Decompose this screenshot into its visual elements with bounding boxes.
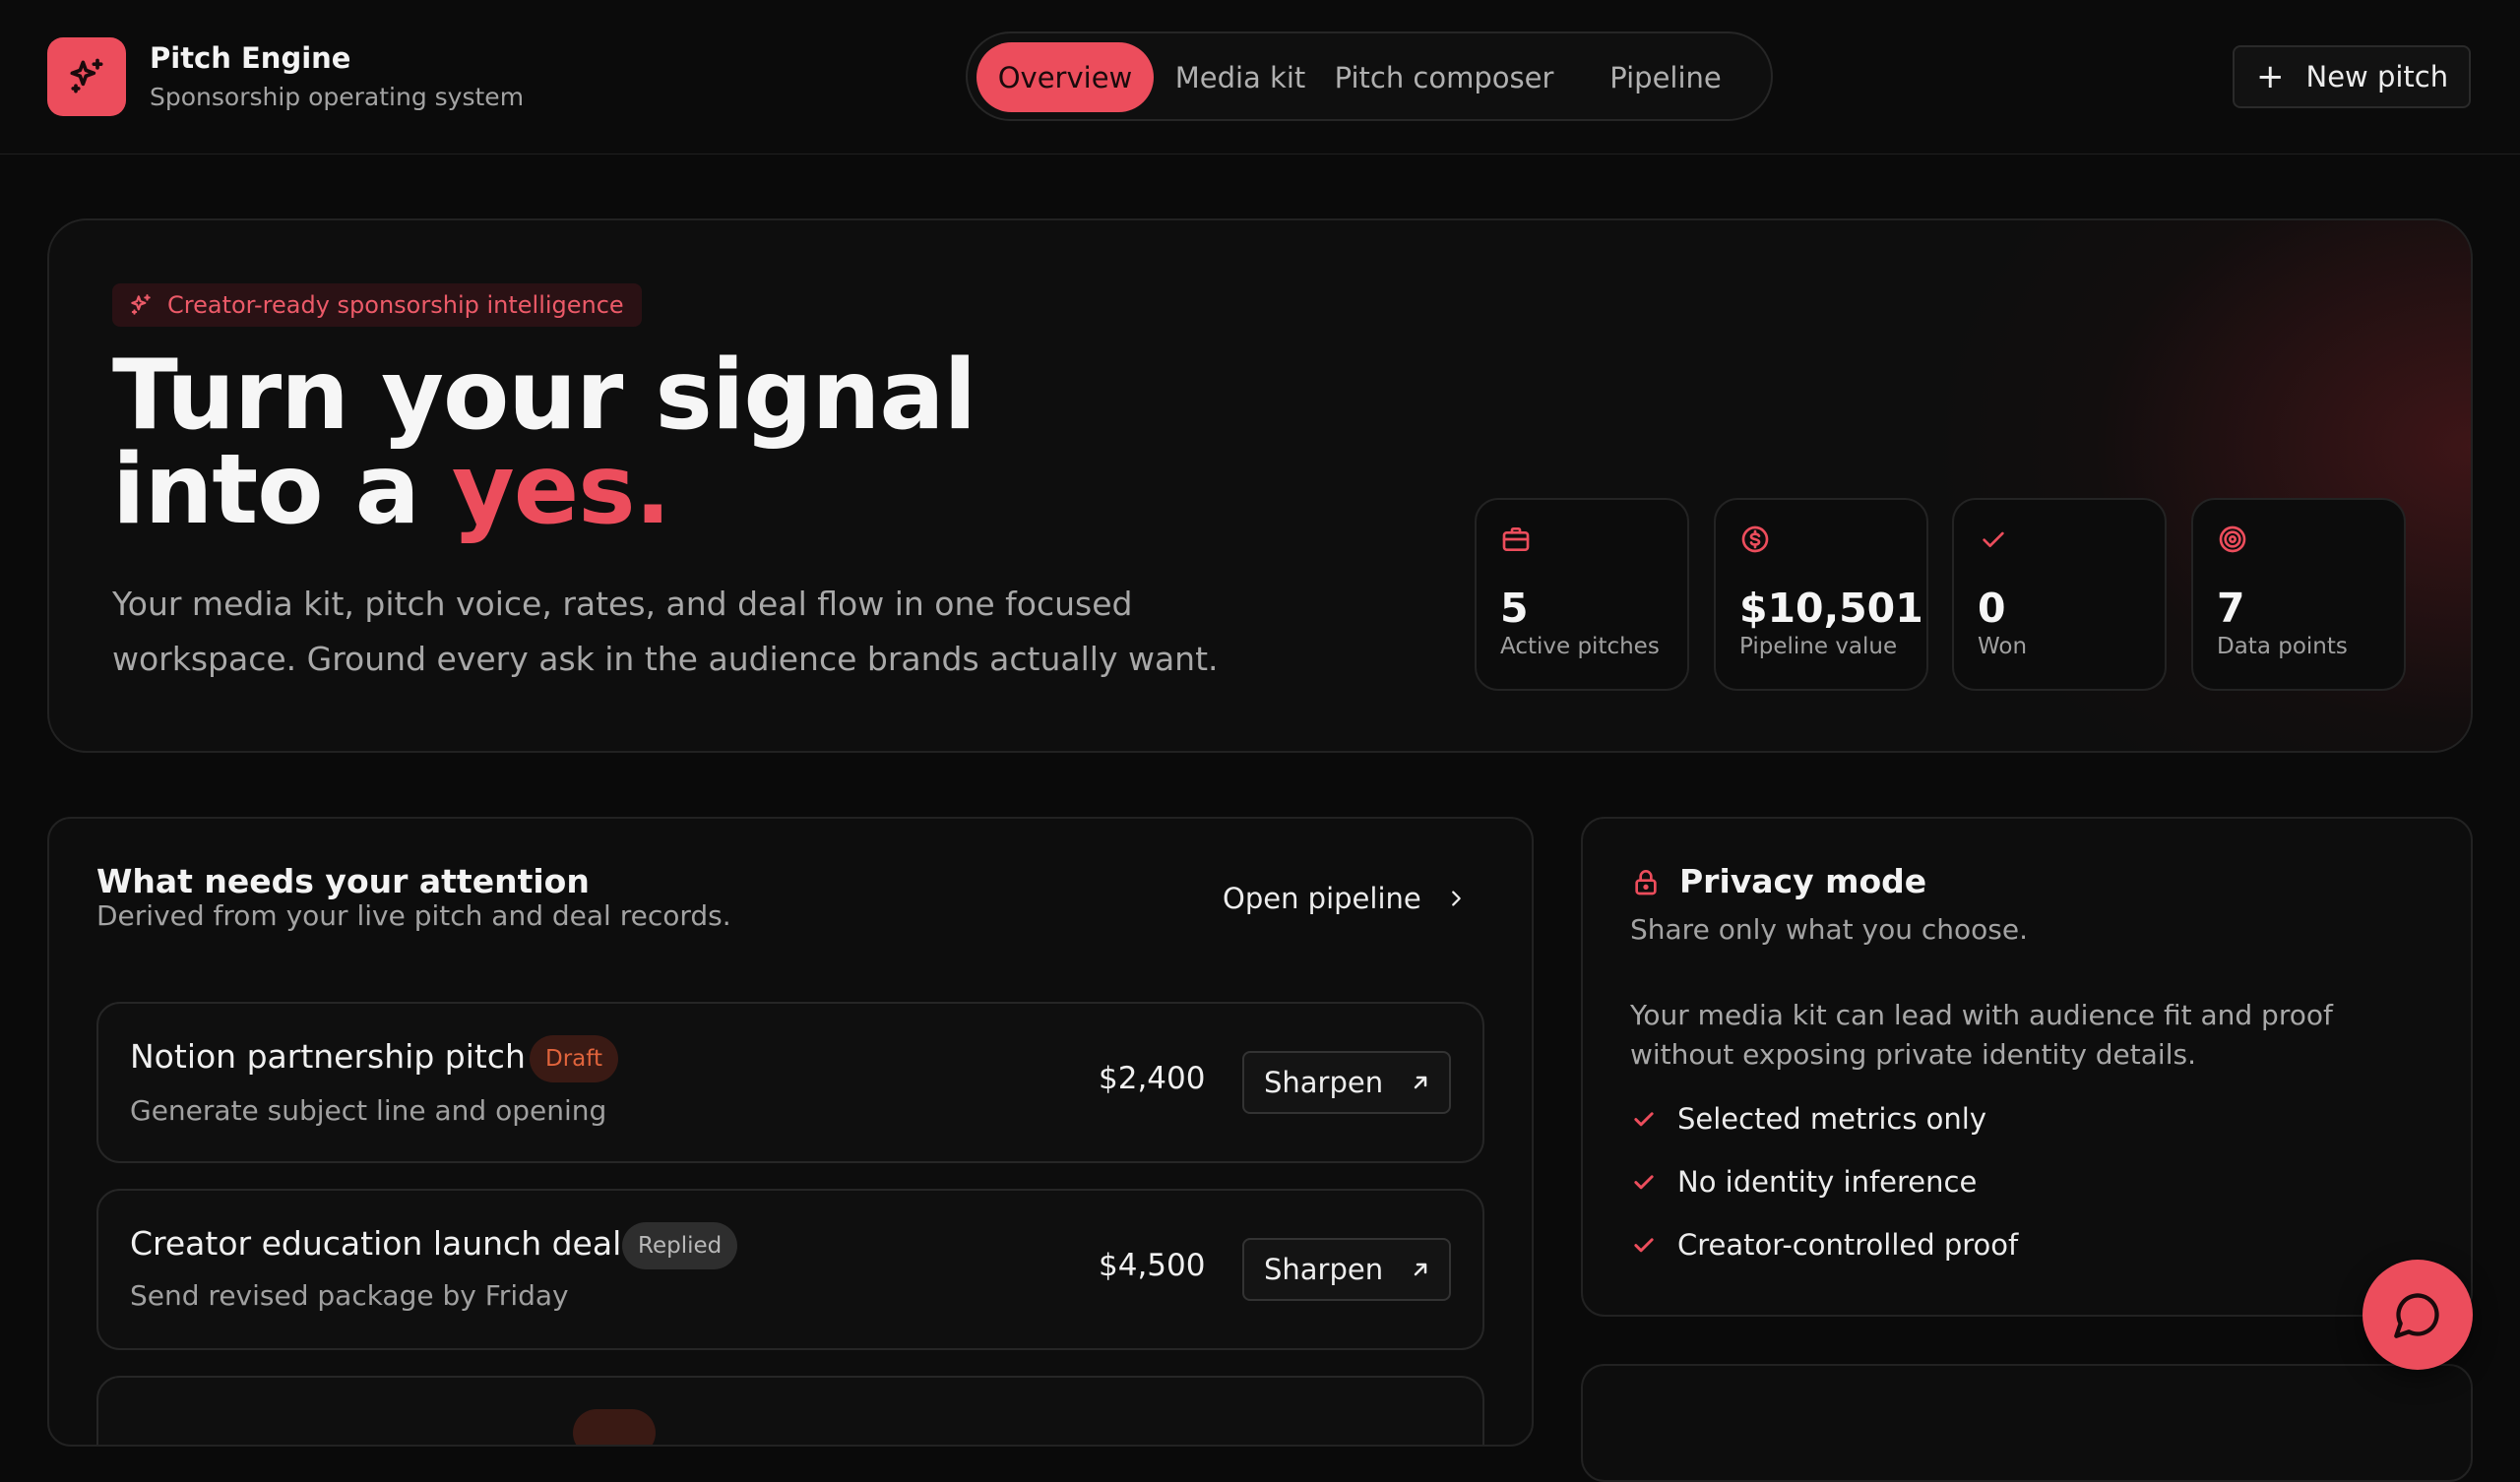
stat-card-active-pitches: 5 Active pitches bbox=[1475, 498, 1689, 691]
check-label: No identity inference bbox=[1677, 1165, 1978, 1199]
stat-card-data-points: 7 Data points bbox=[2191, 498, 2406, 691]
target-icon bbox=[2219, 525, 2246, 553]
hero-headline: Turn your signal into a yes. bbox=[112, 340, 976, 538]
row-title: Creator education launch deal bbox=[130, 1224, 622, 1263]
attention-title: What needs your attention bbox=[96, 862, 590, 900]
privacy-check-item: Selected metrics only bbox=[1630, 1102, 1986, 1136]
check-label: Selected metrics only bbox=[1677, 1102, 1986, 1136]
row-amount: $2,400 bbox=[1099, 1061, 1206, 1096]
check-icon bbox=[1634, 1238, 1654, 1253]
stat-label: Active pitches bbox=[1500, 634, 1660, 659]
row-amount: $4,500 bbox=[1099, 1248, 1206, 1283]
privacy-title-label: Privacy mode bbox=[1679, 862, 1927, 900]
stat-label: Won bbox=[1978, 634, 2028, 659]
row-subtitle: Generate subject line and opening bbox=[130, 1094, 607, 1127]
privacy-body: Your media kit can lead with audience fi… bbox=[1630, 999, 2333, 1071]
chevron-right-icon bbox=[1451, 891, 1461, 906]
brand-title: Pitch Engine bbox=[150, 41, 351, 75]
headline-line2-prefix: into a bbox=[112, 434, 452, 546]
chat-bubble-icon bbox=[2394, 1293, 2439, 1338]
arrow-up-right-icon bbox=[1414, 1076, 1427, 1089]
status-badge: Draft bbox=[530, 1035, 618, 1082]
privacy-panel: Privacy mode Share only what you choose.… bbox=[1581, 817, 2473, 1317]
arrow-up-right-icon bbox=[1414, 1263, 1427, 1276]
brand-subtitle: Sponsorship operating system bbox=[150, 83, 525, 111]
stat-card-pipeline-value: $10,501 Pipeline value bbox=[1714, 498, 1928, 691]
hero-card: Creator-ready sponsorship intelligence T… bbox=[47, 218, 2473, 753]
attention-panel: What needs your attention Derived from y… bbox=[47, 817, 1534, 1447]
headline-line1: Turn your signal bbox=[112, 340, 976, 452]
lock-icon bbox=[1635, 869, 1657, 895]
stat-value: 0 bbox=[1978, 585, 2006, 632]
stat-value: $10,501 bbox=[1739, 585, 1923, 632]
new-pitch-button[interactable]: + New pitch bbox=[2233, 45, 2471, 108]
tab-overview[interactable]: Overview bbox=[976, 42, 1154, 112]
check-label: Creator-controlled proof bbox=[1677, 1228, 2019, 1262]
sparkles-icon[interactable] bbox=[47, 37, 126, 116]
check-icon bbox=[1983, 531, 2004, 547]
status-badge bbox=[573, 1409, 656, 1445]
stat-card-won: 0 Won bbox=[1952, 498, 2167, 691]
hero-pill-label: Creator-ready sponsorship intelligence bbox=[167, 291, 624, 319]
status-badge: Replied bbox=[622, 1222, 738, 1269]
sharpen-button[interactable]: Sharpen bbox=[1242, 1051, 1451, 1114]
secondary-panel bbox=[1581, 1364, 2473, 1482]
hero-description: Your media kit, pitch voice, rates, and … bbox=[112, 585, 1219, 678]
top-header: Pitch Engine Sponsorship operating syste… bbox=[0, 0, 2520, 154]
open-pipeline-link[interactable]: Open pipeline bbox=[1223, 882, 1467, 915]
row-title: Notion partnership pitch bbox=[130, 1037, 526, 1076]
privacy-check-item: No identity inference bbox=[1630, 1165, 1977, 1199]
attention-subtitle: Derived from your live pitch and deal re… bbox=[96, 899, 731, 932]
sharpen-label: Sharpen bbox=[1264, 1253, 1384, 1286]
tab-pitch-composer[interactable]: Pitch composer bbox=[1331, 42, 1557, 112]
sharpen-label: Sharpen bbox=[1264, 1066, 1384, 1099]
hero-pill: Creator-ready sponsorship intelligence bbox=[112, 283, 642, 327]
headline-accent: yes. bbox=[451, 434, 671, 546]
sharpen-button[interactable]: Sharpen bbox=[1242, 1238, 1451, 1301]
new-pitch-label: New pitch bbox=[2305, 60, 2449, 93]
stat-value: 7 bbox=[2217, 585, 2245, 632]
stat-value: 5 bbox=[1500, 585, 1529, 632]
open-pipeline-label: Open pipeline bbox=[1223, 882, 1421, 915]
privacy-title: Privacy mode bbox=[1630, 862, 1926, 900]
chat-button[interactable] bbox=[2362, 1260, 2473, 1370]
plus-icon: + bbox=[2256, 57, 2285, 96]
row-subtitle: Send revised package by Friday bbox=[130, 1279, 569, 1312]
dollar-circle-icon bbox=[1741, 525, 1769, 553]
attention-row[interactable]: Creator education launch deal Replied Se… bbox=[96, 1189, 1484, 1350]
privacy-subtitle: Share only what you choose. bbox=[1630, 913, 2028, 946]
tab-pipeline[interactable]: Pipeline bbox=[1577, 42, 1754, 112]
check-icon bbox=[1634, 1175, 1654, 1190]
attention-row[interactable] bbox=[96, 1376, 1484, 1445]
stat-label: Data points bbox=[2217, 634, 2348, 659]
briefcase-icon bbox=[1502, 527, 1530, 551]
main-nav: Overview Media kit Pitch composer Pipeli… bbox=[966, 31, 1773, 121]
attention-row[interactable]: Notion partnership pitch Draft Generate … bbox=[96, 1002, 1484, 1163]
headline-line2: into a yes. bbox=[112, 442, 976, 538]
stat-label: Pipeline value bbox=[1739, 634, 1898, 659]
privacy-check-item: Creator-controlled proof bbox=[1630, 1228, 2018, 1262]
sparkles-icon bbox=[131, 294, 151, 315]
tab-media-kit[interactable]: Media kit bbox=[1169, 42, 1311, 112]
check-icon bbox=[1634, 1112, 1654, 1127]
